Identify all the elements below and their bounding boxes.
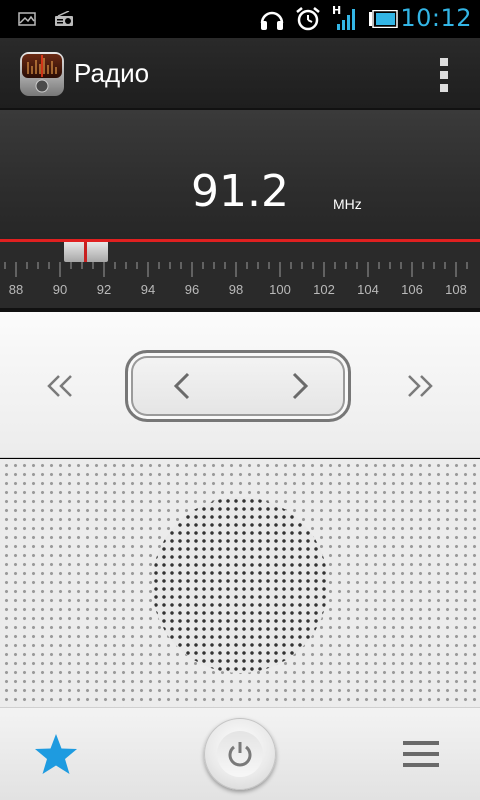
- scale-label: 96: [184, 282, 200, 297]
- alarm-icon: [294, 0, 322, 38]
- speaker-grill: [0, 459, 480, 707]
- scale-label: 88: [8, 282, 24, 297]
- speaker-cone: [152, 497, 328, 673]
- scale-label: 98: [228, 282, 244, 297]
- scale-label: 92: [96, 282, 112, 297]
- bottom-bar: [0, 707, 480, 800]
- double-chevron-left-icon: [47, 375, 72, 397]
- tuning-controls: [0, 312, 480, 458]
- seek-back-button[interactable]: [36, 364, 84, 408]
- frequency-value: 91.2: [191, 166, 289, 217]
- scale-label: 100: [269, 282, 291, 297]
- action-bar: Радио: [0, 38, 480, 110]
- favorites-button[interactable]: [30, 728, 82, 780]
- chevron-right-icon: [292, 372, 309, 400]
- overflow-menu-icon[interactable]: [438, 58, 450, 92]
- seek-forward-button[interactable]: [396, 364, 444, 408]
- radio-icon: [52, 0, 76, 38]
- power-icon: [228, 742, 252, 767]
- scale-label: 104: [357, 282, 379, 297]
- radio-app-icon[interactable]: [18, 50, 66, 98]
- frequency-display: 91.2 MHz: [0, 110, 480, 242]
- scale-label: 90: [52, 282, 68, 297]
- double-chevron-right-icon: [408, 375, 433, 397]
- tuner-scale[interactable]: 88 90 92 94 96 98 100 102 104 106 108: [0, 242, 480, 310]
- star-icon: [35, 734, 77, 774]
- tuner-needle[interactable]: [64, 242, 109, 262]
- step-forward-button[interactable]: [278, 364, 322, 408]
- power-button[interactable]: [204, 718, 276, 790]
- step-back-button[interactable]: [160, 364, 204, 408]
- station-list-button[interactable]: [398, 732, 444, 776]
- signal-icon: H: [330, 0, 360, 38]
- battery-icon: [366, 0, 400, 38]
- headset-icon: [258, 0, 286, 38]
- scale-label: 94: [140, 282, 156, 297]
- scale-label: 108: [445, 282, 467, 297]
- scale-label: 102: [313, 282, 335, 297]
- clock: 10:12: [400, 4, 472, 32]
- scale-label: 106: [401, 282, 423, 297]
- chevron-left-icon: [173, 372, 190, 400]
- status-bar: H 10:12: [0, 0, 480, 38]
- list-menu-icon: [403, 741, 439, 767]
- gallery-icon: [16, 0, 38, 38]
- page-title: Радио: [74, 58, 150, 88]
- frequency-unit: MHz: [333, 196, 362, 212]
